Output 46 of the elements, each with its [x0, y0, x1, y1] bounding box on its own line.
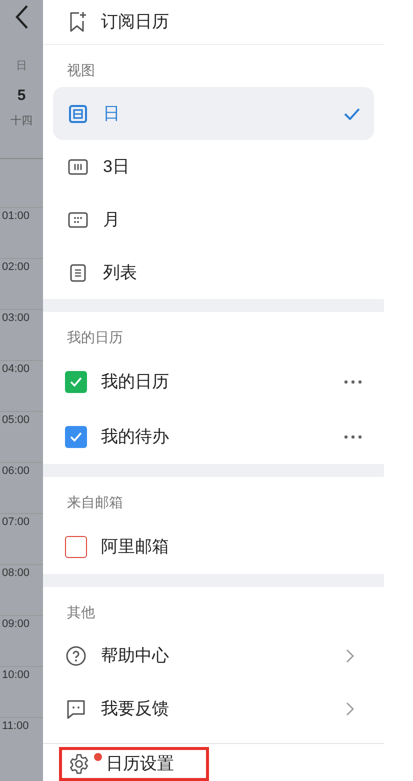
time-label: 01:00	[2, 210, 30, 222]
more-icon[interactable]	[344, 380, 362, 384]
calendar-name: 阿里邮箱	[101, 536, 170, 558]
section-header: 我的日历	[67, 328, 123, 347]
section-header: 其他	[67, 603, 95, 622]
chat-bubble-icon	[65, 698, 87, 718]
menu-item-label[interactable]: 我要反馈	[101, 696, 332, 722]
calendar-name: 我的日历	[101, 370, 170, 393]
time-label: 11:00	[2, 720, 29, 732]
more-icon[interactable]	[344, 434, 362, 438]
time-label: 10:00	[2, 668, 30, 680]
time-label: 06:00	[2, 464, 30, 476]
time-label: 09:00	[2, 618, 30, 630]
view-option[interactable]: 列表	[53, 246, 374, 299]
weekday-label: 日	[16, 59, 27, 74]
view-option[interactable]: 日	[53, 87, 374, 140]
calendar-name: 我的待办	[101, 426, 170, 448]
time-label: 04:00	[2, 362, 30, 374]
view-option[interactable]: 3日	[53, 140, 374, 193]
section-header: 视图	[67, 61, 95, 80]
menu-item-label[interactable]: 日历设置	[106, 751, 174, 777]
view-option[interactable]: 月	[53, 193, 374, 246]
menu-item-label[interactable]: 帮助中心	[101, 642, 332, 668]
time-label: 05:00	[2, 414, 30, 426]
checkbox[interactable]	[65, 536, 87, 558]
settings-icon[interactable]	[68, 753, 90, 775]
menu-item-label[interactable]: 订阅日历	[101, 9, 169, 35]
checkmark-icon	[70, 432, 82, 442]
time-label: 08:00	[2, 566, 30, 578]
checkbox[interactable]	[65, 370, 87, 392]
checkbox[interactable]	[65, 426, 87, 448]
checkmark-icon	[70, 376, 82, 386]
section-header: 来自邮箱	[67, 493, 123, 512]
checkmark-icon	[344, 108, 360, 120]
time-label: 02:00	[2, 260, 30, 272]
chevron-right-icon[interactable]	[346, 648, 354, 662]
date-number: 5	[17, 86, 26, 106]
three-column-icon	[67, 158, 89, 174]
day-view-icon	[67, 104, 89, 122]
time-label: 03:00	[2, 312, 30, 324]
time-label: 07:00	[2, 516, 30, 528]
back-icon[interactable]	[14, 4, 28, 30]
grid-dots-icon	[67, 212, 89, 228]
lunar-date: 十四	[10, 114, 32, 129]
chevron-right-icon[interactable]	[346, 702, 354, 716]
help-icon	[65, 646, 87, 666]
